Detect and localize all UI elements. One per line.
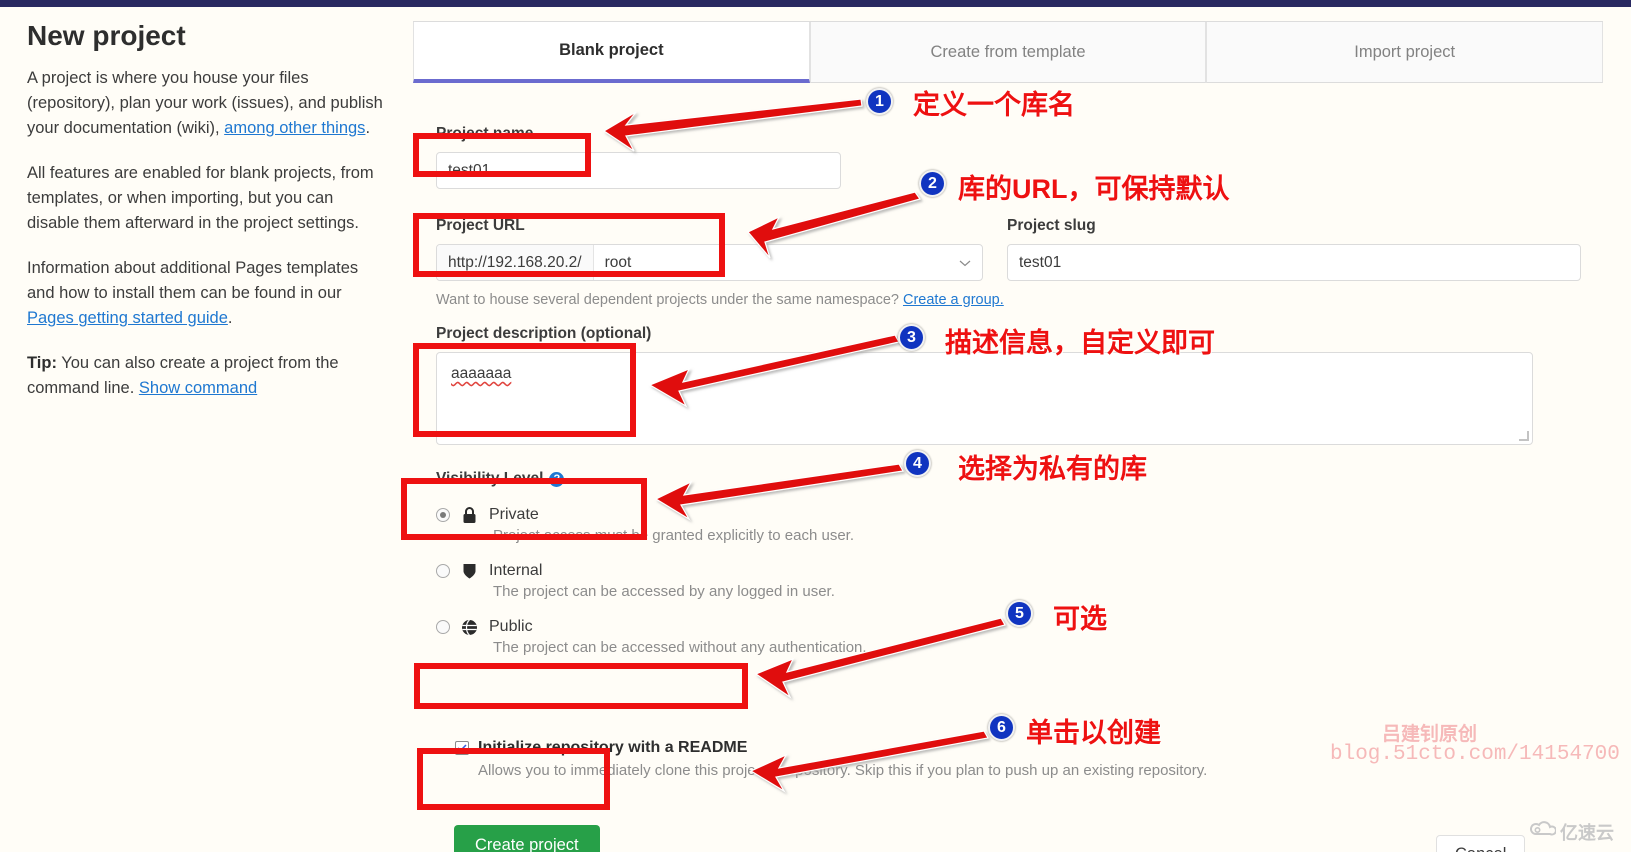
create-project-button[interactable]: Create project: [454, 825, 600, 852]
visibility-name-public: Public: [489, 618, 533, 635]
readme-label: Initialize repository with a README: [478, 739, 748, 756]
visibility-name-internal: Internal: [489, 562, 543, 579]
visibility-option-public[interactable]: Public The project can be accessed witho…: [436, 617, 1336, 656]
tab-blank-project[interactable]: Blank project: [413, 22, 810, 83]
project-name-label: Project name: [436, 125, 534, 142]
among-other-things-link[interactable]: among other things: [224, 119, 365, 137]
visibility-level-label: Visibility Level: [436, 470, 544, 487]
visibility-desc-internal: The project can be accessed by any logge…: [493, 583, 835, 600]
textarea-resize-handle[interactable]: [1519, 431, 1529, 441]
tip-paragraph: Tip: You can also create a project from …: [27, 351, 387, 401]
show-command-link[interactable]: Show command: [139, 379, 257, 397]
readme-checkbox-row[interactable]: Initialize repository with a README: [455, 739, 1355, 757]
namespace-hint-text: Want to house several dependent projects…: [436, 292, 903, 308]
project-slug-input[interactable]: [1007, 244, 1581, 281]
radio-public[interactable]: [436, 620, 450, 634]
cancel-button[interactable]: Cancel: [1436, 835, 1526, 852]
shield-icon: [460, 561, 479, 581]
visibility-level-group: Visibility Level ? Private Project acces…: [436, 470, 1336, 656]
tab-import-project[interactable]: Import project: [1206, 22, 1604, 83]
project-description-label: Project description (optional): [436, 325, 652, 342]
intro-text-1b: .: [365, 119, 371, 138]
radio-internal[interactable]: [436, 564, 450, 578]
question-mark-icon[interactable]: ?: [549, 471, 565, 487]
visibility-name-private: Private: [489, 506, 539, 523]
namespace-value: root: [604, 253, 632, 271]
project-url-label: Project URL: [436, 217, 525, 234]
project-url-input-group: http://192.168.20.2/ root: [436, 244, 983, 281]
namespace-hint: Want to house several dependent projects…: [436, 292, 1581, 308]
project-type-tabs: Blank project Create from template Impor…: [413, 21, 1604, 83]
project-url-column: Project URL http://192.168.20.2/ root: [436, 217, 983, 281]
readme-description: Allows you to immediately clone this pro…: [478, 762, 1208, 779]
initialize-readme-group: Initialize repository with a README Allo…: [455, 739, 1355, 779]
visibility-option-internal[interactable]: Internal The project can be accessed by …: [436, 561, 1336, 600]
tab-create-from-template[interactable]: Create from template: [809, 22, 1207, 83]
chevron-down-icon: [959, 256, 971, 270]
lock-icon: [460, 505, 479, 525]
new-project-page: New project A project is where you house…: [0, 0, 1631, 852]
project-url-field-group: Project URL http://192.168.20.2/ root Pr…: [436, 217, 1581, 308]
visibility-level-header: Visibility Level ?: [436, 470, 1336, 488]
tip-label: Tip:: [27, 354, 57, 373]
intro-text-3a: Information about additional Pages templ…: [27, 259, 359, 303]
intro-paragraph-1: A project is where you house your files …: [27, 66, 387, 141]
project-description-value: aaaaaaa: [451, 365, 512, 382]
project-name-input[interactable]: [436, 152, 841, 189]
create-a-group-link[interactable]: Create a group.: [903, 292, 1004, 308]
page-title: New project: [27, 20, 186, 51]
left-description-column: New project A project is where you house…: [27, 20, 387, 421]
intro-text-3b: .: [227, 309, 233, 328]
project-description-textarea[interactable]: aaaaaaa: [436, 352, 1533, 445]
new-project-panel: Blank project Create from template Impor…: [413, 21, 1604, 852]
project-slug-label: Project slug: [1007, 217, 1096, 234]
readme-checkbox[interactable]: [455, 741, 469, 755]
namespace-select[interactable]: root: [594, 245, 982, 280]
visibility-desc-public: The project can be accessed without any …: [493, 639, 867, 656]
project-name-field-group: Project name: [436, 125, 841, 189]
pages-getting-started-guide-link[interactable]: Pages getting started guide: [27, 309, 228, 327]
project-url-prefix: http://192.168.20.2/: [437, 245, 594, 280]
visibility-desc-private: Project access must be granted explicitl…: [493, 527, 855, 544]
globe-icon: [460, 617, 479, 637]
project-slug-column: Project slug: [1007, 217, 1581, 281]
top-navigation-bar: [0, 0, 1631, 7]
intro-paragraph-3: Information about additional Pages templ…: [27, 256, 387, 331]
intro-paragraph-2: All features are enabled for blank proje…: [27, 164, 374, 233]
visibility-option-private[interactable]: Private Project access must be granted e…: [436, 505, 1336, 544]
radio-private[interactable]: [436, 508, 450, 522]
project-description-field-group: Project description (optional) aaaaaaa: [436, 325, 1533, 445]
